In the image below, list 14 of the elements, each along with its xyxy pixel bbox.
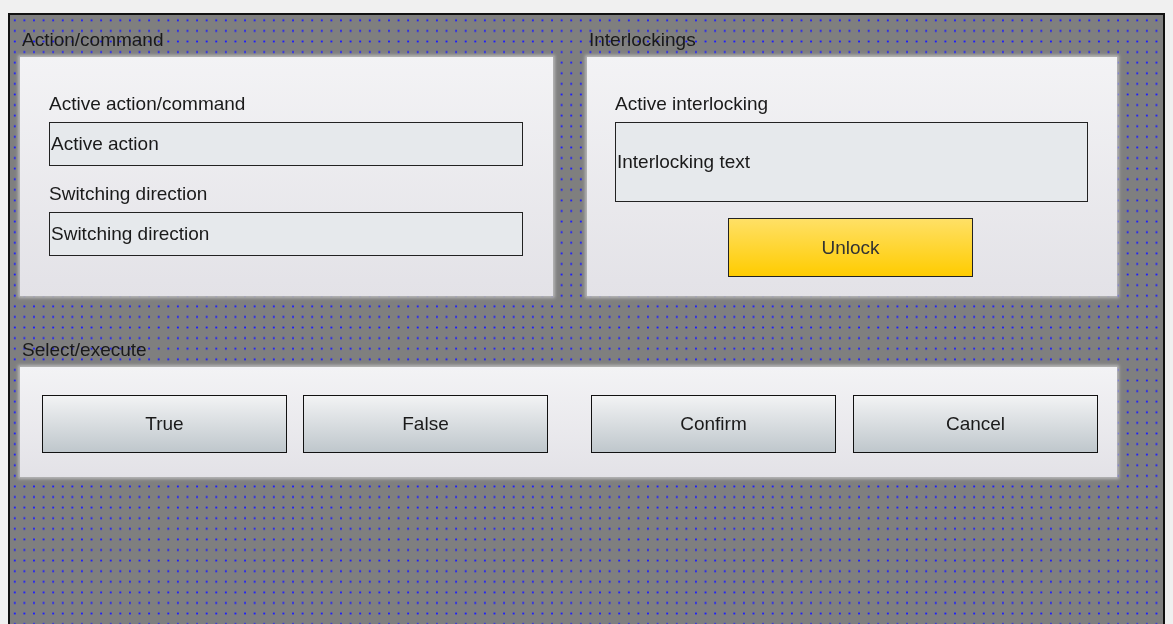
output-field: Active action xyxy=(49,122,523,166)
command-button[interactable]: Confirm xyxy=(591,395,836,453)
field-label: Active action/command xyxy=(49,92,247,116)
unlock-button[interactable]: Unlock xyxy=(728,218,973,277)
command-button[interactable]: Cancel xyxy=(853,395,1098,453)
command-button[interactable]: True xyxy=(42,395,287,453)
group-title: Select/execute xyxy=(21,338,148,362)
output-field: Interlocking text xyxy=(615,122,1088,202)
field-label: Active interlocking xyxy=(615,92,770,116)
command-button[interactable]: False xyxy=(303,395,548,453)
group-title: Interlockings xyxy=(588,28,697,52)
group-title: Action/command xyxy=(21,28,165,52)
field-label: Switching direction xyxy=(49,182,209,206)
output-field: Switching direction xyxy=(49,212,523,256)
